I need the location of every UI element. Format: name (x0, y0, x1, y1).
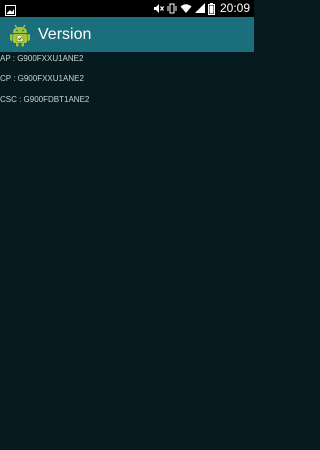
page-title: Version (38, 26, 92, 43)
mute-icon (153, 3, 164, 14)
status-icons: 20:09 (153, 0, 250, 17)
action-bar: Version (0, 17, 254, 52)
version-csc: CSC : G900FDBT1ANE2 (0, 95, 90, 104)
version-ap: AP : G900FXXU1ANE2 (0, 54, 84, 63)
screenshot-icon (5, 3, 16, 16)
status-bar: 20:09 (0, 0, 254, 17)
battery-icon (207, 2, 215, 15)
clock: 20:09 (219, 1, 250, 15)
vibrate-icon (167, 3, 177, 14)
signal-icon (194, 3, 205, 14)
android-icon[interactable] (8, 23, 32, 47)
version-cp: CP : G900FXXU1ANE2 (0, 74, 84, 83)
wifi-icon (180, 3, 192, 14)
